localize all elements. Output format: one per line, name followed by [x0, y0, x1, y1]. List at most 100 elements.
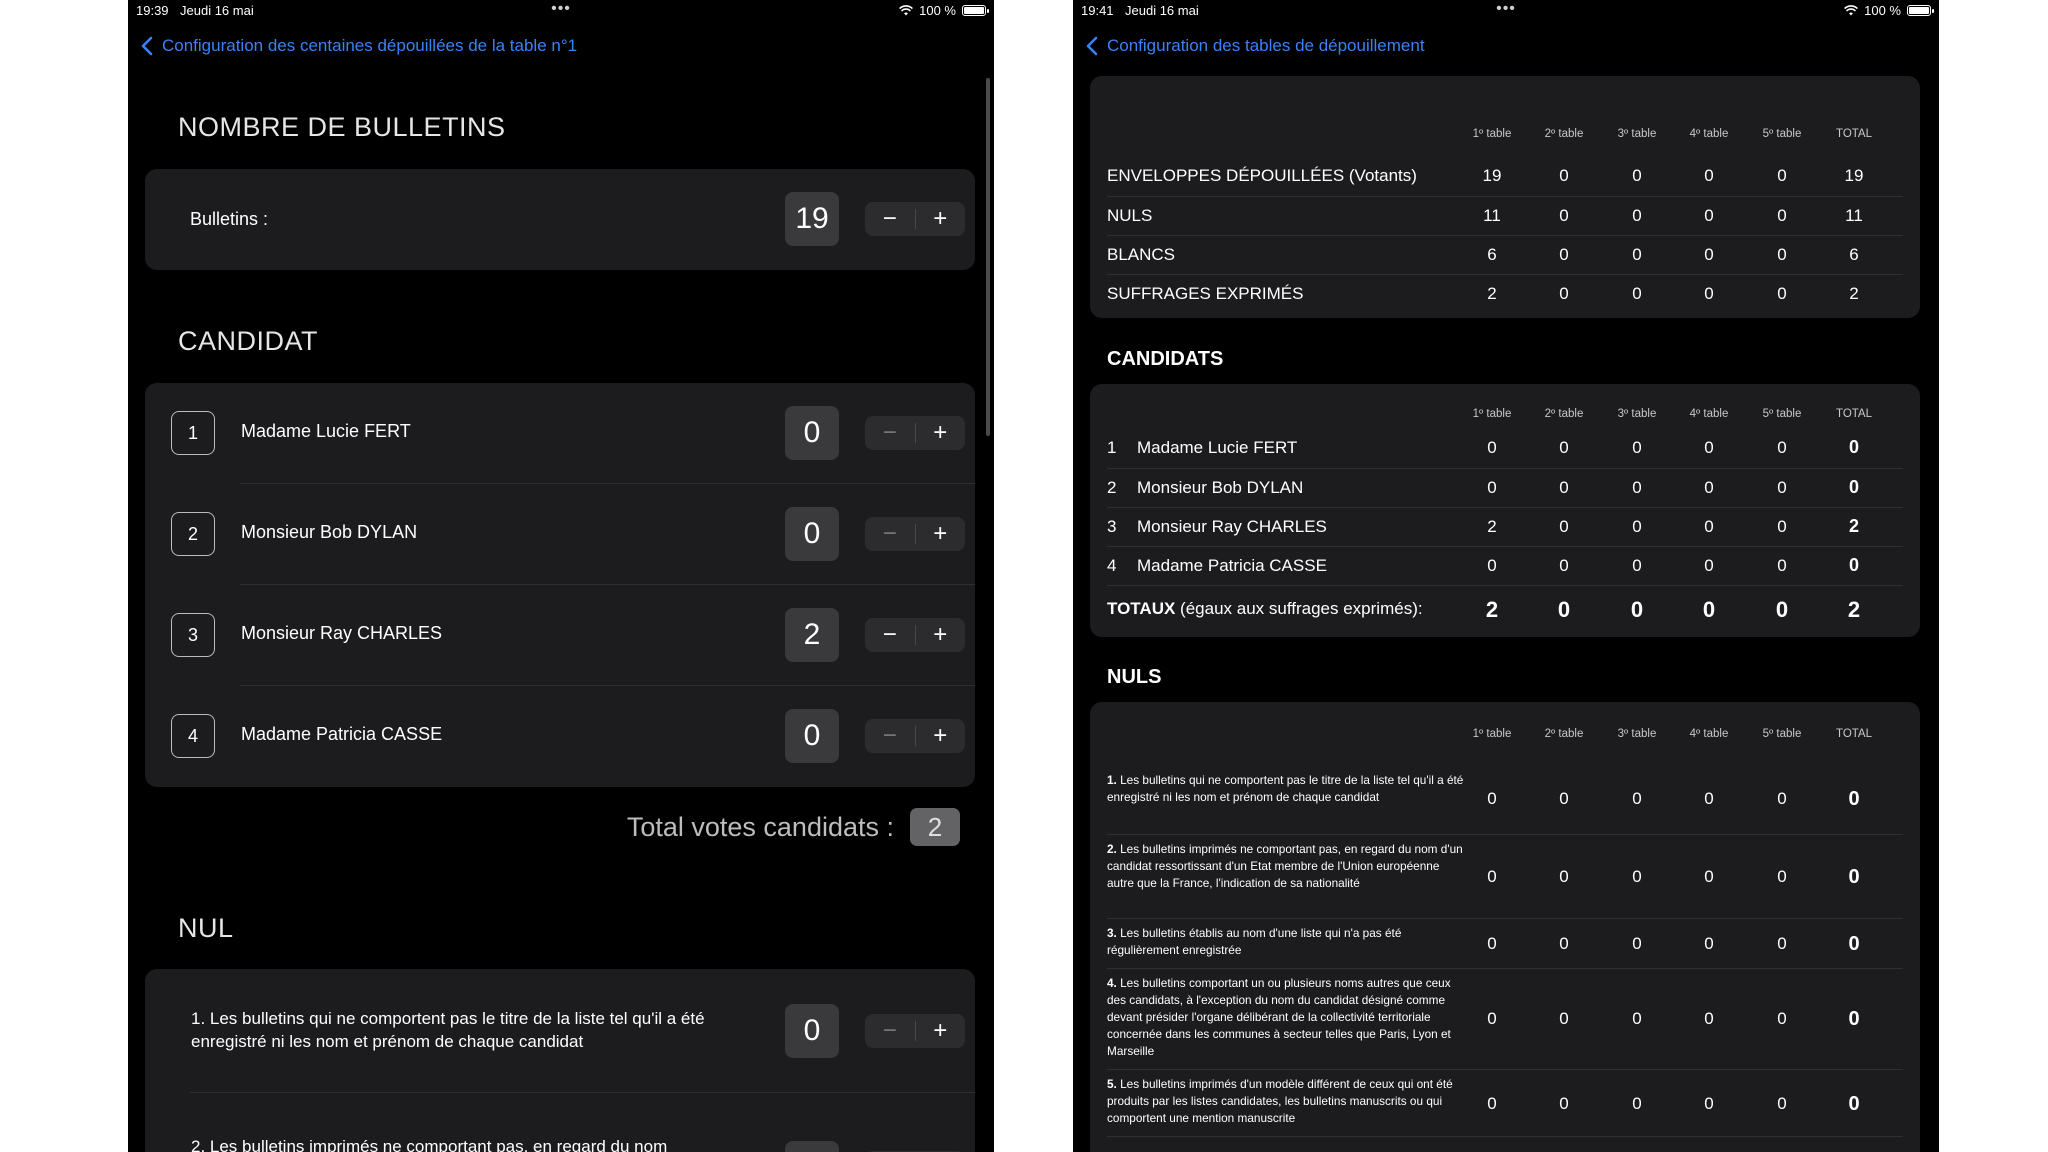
decrement-button[interactable]: − — [865, 618, 915, 652]
decrement-button[interactable]: − — [865, 416, 915, 450]
cell: 0 — [1487, 789, 1497, 808]
summary-row: BLANCS 6 0 0 0 0 6 — [1107, 235, 1903, 274]
cell: 0 — [1777, 438, 1787, 457]
cell: 0 — [1704, 166, 1714, 185]
cell: 0 — [1632, 284, 1642, 303]
cell: 0 — [1632, 206, 1642, 225]
nul-row: 5. Les bulletins imprimés d'un modèle di… — [1107, 1069, 1903, 1136]
cell: 0 — [1777, 556, 1787, 575]
cell: 0 — [1632, 245, 1642, 264]
back-button[interactable]: Configuration des tables de dépouillemen… — [1085, 36, 1425, 56]
cell: 0 — [1487, 1094, 1497, 1113]
chevron-left-icon — [141, 36, 153, 56]
cell: 0 — [1559, 517, 1569, 536]
candidate-stepper: − + — [865, 618, 965, 652]
increment-button[interactable]: + — [916, 416, 966, 450]
nul-text: 1. Les bulletins qui ne comportent pas l… — [1107, 773, 1464, 804]
cell: 19 — [1844, 166, 1864, 185]
cell: 0 — [1559, 206, 1569, 225]
cell: 6 — [1487, 245, 1497, 264]
candidat-name: Madame Lucie FERT — [1137, 438, 1298, 457]
cell-total: 2 — [1848, 516, 1859, 536]
cell-total: 0 — [1848, 933, 1860, 955]
increment-button[interactable]: + — [916, 517, 966, 551]
back-button[interactable]: Configuration des centaines dépouillées … — [140, 36, 577, 56]
nul-stepper: − + — [865, 1014, 965, 1048]
increment-button[interactable]: + — [916, 1014, 966, 1048]
candidate-name: Monsieur Ray CHARLES — [241, 623, 443, 643]
nul-row: 3. Les bulletins établis au nom d'une li… — [1107, 918, 1903, 968]
candidate-value[interactable]: 2 — [785, 608, 839, 662]
candidate-stepper: − + — [865, 416, 965, 450]
nul-value[interactable] — [785, 1141, 839, 1152]
cell-total: 0 — [1848, 866, 1860, 888]
cell: 0 — [1559, 166, 1569, 185]
col-header: 5º table — [1762, 408, 1802, 420]
increment-button[interactable]: + — [916, 618, 966, 652]
multitasking-dots-icon[interactable]: ••• — [1496, 0, 1516, 18]
cell: 0 — [1632, 556, 1642, 575]
col-header: TOTAL — [1836, 408, 1872, 420]
status-time: 19:39 — [136, 3, 169, 18]
scrollbar[interactable] — [986, 78, 990, 436]
cell: 0 — [1632, 789, 1642, 808]
status-right: 100 % — [899, 3, 989, 18]
wifi-icon — [899, 5, 914, 16]
nul-row-partial — [1107, 1136, 1903, 1152]
status-date: Jeudi 16 mai — [1125, 3, 1199, 18]
cell: 0 — [1559, 934, 1569, 953]
col-header: 1º table — [1472, 728, 1512, 740]
section-title-nul: NUL — [178, 913, 234, 943]
cell: 0 — [1777, 789, 1787, 808]
nul-text: 4. Les bulletins comportant un ou plusie… — [1107, 976, 1451, 1058]
cell-total: 0 — [1848, 437, 1859, 457]
cell-total: 0 — [1848, 1093, 1860, 1115]
battery-icon — [962, 5, 989, 16]
nul-row: 1. Les bulletins qui ne comportent pas l… — [1107, 768, 1903, 834]
col-header: TOTAL — [1836, 728, 1872, 740]
candidate-value[interactable]: 0 — [785, 406, 839, 460]
multitasking-dots-icon[interactable]: ••• — [551, 0, 571, 18]
status-date: Jeudi 16 mai — [180, 3, 254, 18]
cell: 19 — [1482, 166, 1502, 185]
increment-button[interactable]: + — [916, 719, 966, 753]
candidat-number: 4 — [1107, 556, 1117, 575]
decrement-button[interactable]: − — [865, 202, 915, 236]
increment-button[interactable]: + — [916, 202, 966, 236]
bulletins-value[interactable]: 19 — [785, 192, 839, 246]
cell: 0 — [1487, 556, 1497, 575]
battery-percent: 100 % — [919, 3, 956, 18]
candidate-value[interactable]: 0 — [785, 709, 839, 763]
cell: 0 — [1777, 934, 1787, 953]
nul-row: 2. Les bulletins imprimés ne comportant … — [145, 1093, 975, 1152]
cell: 0 — [1559, 284, 1569, 303]
summary-card: 1º table 2º table 3º table 4º table 5º t… — [1090, 76, 1920, 318]
cell: 0 — [1704, 284, 1714, 303]
candidate-row: 2 Monsieur Bob DYLAN 0 − + — [145, 484, 975, 585]
section-title-bulletins: NOMBRE DE BULLETINS — [178, 112, 506, 142]
cell-total: 0 — [1848, 788, 1860, 810]
status-bar: 19:41 Jeudi 16 mai ••• 100 % — [1073, 0, 1939, 22]
candidat-name: Monsieur Bob DYLAN — [1137, 478, 1304, 497]
col-header: 4º table — [1689, 728, 1729, 740]
cell: 0 — [1559, 245, 1569, 264]
section-title-candidat: CANDIDAT — [178, 326, 319, 356]
cell: 0 — [1632, 166, 1642, 185]
section-title-nuls: NULS — [1107, 666, 1162, 688]
back-label: Configuration des tables de dépouillemen… — [1107, 36, 1425, 55]
cell: 11 — [1845, 206, 1863, 225]
nul-text: 2. Les bulletins imprimés ne comportant … — [1107, 842, 1463, 890]
candidate-value[interactable]: 0 — [785, 507, 839, 561]
candidate-row: 3 Monsieur Ray CHARLES 2 − + — [145, 585, 975, 686]
cell: 0 — [1559, 789, 1569, 808]
wifi-icon — [1844, 5, 1859, 16]
decrement-button[interactable]: − — [865, 1014, 915, 1048]
candidats-card: 1º table 2º table 3º table 4º table 5º t… — [1090, 384, 1920, 637]
cell: 6 — [1849, 245, 1859, 264]
totaux-label: TOTAUX (égaux aux suffrages exprimés): — [1107, 599, 1423, 619]
decrement-button[interactable]: − — [865, 719, 915, 753]
back-label: Configuration des centaines dépouillées … — [162, 36, 578, 55]
cell: 0 — [1632, 438, 1642, 457]
nul-value[interactable]: 0 — [785, 1004, 839, 1058]
decrement-button[interactable]: − — [865, 517, 915, 551]
